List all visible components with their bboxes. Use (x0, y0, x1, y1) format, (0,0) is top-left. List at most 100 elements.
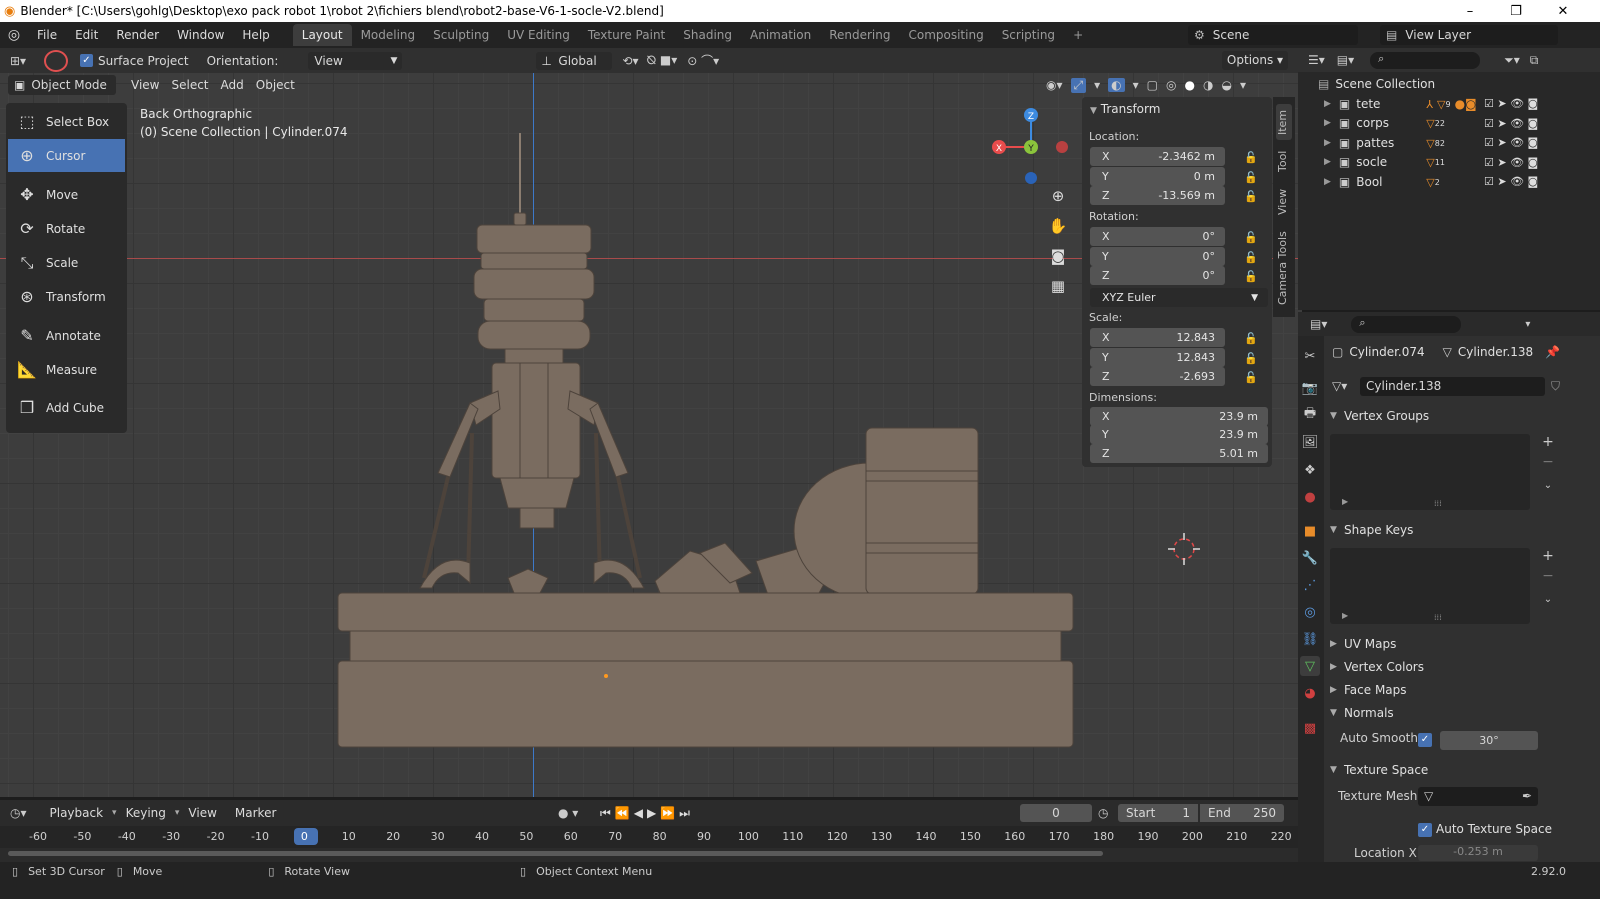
add-shape-key-button[interactable]: + (1538, 548, 1558, 568)
auto-smooth-checkbox[interactable]: ✓ (1418, 733, 1432, 747)
blender-menu-icon[interactable]: ◎ (0, 27, 28, 43)
outliner-search-input[interactable]: ⌕ (1370, 51, 1481, 69)
lock-icon[interactable]: 🔓 (1244, 270, 1258, 283)
properties-search-input[interactable]: ⌕ (1351, 315, 1462, 333)
pivot-icon[interactable]: ⟲▾ (622, 54, 638, 68)
sidebar-tab-camera-tools[interactable]: Camera Tools (1276, 228, 1292, 308)
new-collection-icon[interactable]: ⧉ (1530, 53, 1539, 68)
chevron-down-icon[interactable]: ⌄ (1538, 594, 1558, 614)
scene-selector[interactable]: ⚙ Scene (1188, 25, 1358, 45)
lock-icon[interactable]: 🔓 (1244, 151, 1258, 164)
menu-edit[interactable]: Edit (66, 28, 107, 42)
lock-icon[interactable]: 🔓 (1244, 231, 1258, 244)
outliner-scene-collection[interactable]: ▤ Scene Collection (1300, 74, 1560, 94)
record-icon[interactable]: ● ▾ (558, 806, 578, 820)
lock-icon[interactable]: 🔓 (1244, 171, 1258, 184)
mesh-datablock-name[interactable]: Cylinder.138 (1360, 376, 1545, 396)
zoom-icon[interactable]: ⊕ (1046, 187, 1070, 211)
scale-z-field[interactable]: Z -2.693 (1090, 367, 1225, 386)
transform-orientation-dropdown[interactable]: ⊥ Global (536, 51, 613, 70)
sidebar-tab-view[interactable]: View (1276, 184, 1292, 220)
dimensions-y-field[interactable]: Y 23.9 m (1090, 425, 1268, 444)
tool-rotate[interactable]: ⟳ Rotate (8, 212, 125, 245)
mesh-data-properties-icon[interactable]: ▽ (1300, 656, 1320, 676)
rotation-mode-dropdown[interactable]: XYZ Euler ▼ (1090, 288, 1268, 307)
snap-icon[interactable]: ⦰ ■▾ (646, 53, 677, 68)
object-properties-icon[interactable]: ■ (1300, 521, 1320, 541)
menu-file[interactable]: File (28, 28, 66, 42)
add-workspace-button[interactable]: + (1064, 24, 1092, 46)
tab-sculpting[interactable]: Sculpting (424, 24, 498, 46)
properties-editor-icon[interactable]: ▤▾ (1310, 317, 1327, 331)
rotation-x-field[interactable]: X 0° (1090, 227, 1225, 246)
gizmo-toggle-icon[interactable]: ⤢ (1070, 77, 1087, 93)
chevron-down-icon[interactable]: ▾ (1525, 319, 1530, 330)
section-texture-space[interactable]: ▼ Texture Space (1330, 759, 1560, 781)
start-frame-field[interactable]: Start 1 (1118, 804, 1198, 822)
tool-cursor[interactable]: ⊕ Cursor (8, 139, 125, 172)
auto-smooth-angle-field[interactable]: 30° (1440, 731, 1538, 750)
location-x-field[interactable]: X -2.3462 m (1090, 147, 1225, 166)
particles-properties-icon[interactable]: ⋰ (1300, 575, 1320, 595)
dimensions-x-field[interactable]: X 23.9 m (1090, 407, 1268, 426)
section-shape-keys[interactable]: ▼ Shape Keys (1330, 519, 1560, 541)
eyedropper-icon[interactable]: ✒ (1522, 787, 1532, 806)
menu-render[interactable]: Render (107, 28, 168, 42)
auto-texture-space-checkbox[interactable]: ✓ (1418, 823, 1432, 837)
pan-hand-icon[interactable]: ✋ (1046, 217, 1070, 241)
physics-properties-icon[interactable]: ◎ (1300, 602, 1320, 622)
mode-dropdown[interactable]: ▣ Object Mode (8, 75, 116, 95)
filter-icon[interactable]: ⏷▾ (1504, 53, 1520, 68)
tab-layout[interactable]: Layout (292, 24, 352, 46)
menu-help[interactable]: Help (233, 28, 278, 42)
section-vertex-groups[interactable]: ▼ Vertex Groups (1330, 405, 1560, 427)
section-uv-maps[interactable]: ▶ UV Maps (1330, 633, 1560, 655)
ortho-grid-icon[interactable]: ▦ (1046, 277, 1070, 301)
tab-modeling[interactable]: Modeling (352, 24, 425, 46)
tab-texture-paint[interactable]: Texture Paint (579, 24, 674, 46)
minimize-button[interactable]: – (1447, 0, 1493, 22)
vertex-groups-list[interactable]: ▶ ⁞⁞⁞ (1330, 434, 1530, 510)
outliner-restriction-toggles[interactable]: ☑ ➤ 👁 ◙ ☑ ➤ 👁 ◙ ☑ ➤ 👁 ◙ ☑ ➤ 👁 ◙ ☑ ➤ 👁 ◙ (1484, 94, 1560, 192)
lock-icon[interactable]: 🔓 (1244, 251, 1258, 264)
sidebar-tab-item[interactable]: Item (1276, 104, 1292, 140)
timeline-menu-marker[interactable]: Marker (226, 806, 285, 820)
tool-move[interactable]: ✥ Move (8, 178, 125, 211)
remove-vertex-group-button[interactable]: − (1538, 454, 1558, 474)
pin-icon[interactable]: 📌 (1545, 345, 1560, 359)
scene-properties-icon[interactable]: ❖ (1300, 460, 1320, 480)
outliner-editor-icon[interactable]: ☰▾ (1308, 53, 1325, 67)
camera-view-icon[interactable]: ◙ (1046, 247, 1070, 271)
texture-location-x-field[interactable]: -0.253 m (1418, 845, 1538, 861)
lock-icon[interactable]: 🔓 (1244, 332, 1258, 345)
dimensions-z-field[interactable]: Z 5.01 m (1090, 444, 1268, 463)
location-y-field[interactable]: Y0 m (1090, 167, 1225, 186)
rotation-z-field[interactable]: Z 0° (1090, 266, 1225, 285)
vp-menu-select[interactable]: Select (165, 78, 214, 92)
stopwatch-icon[interactable]: ◷ (1098, 806, 1108, 820)
display-mode-icon[interactable]: ▤▾ (1337, 53, 1354, 67)
view-layer-properties-icon[interactable]: 🖼 (1300, 432, 1320, 452)
tab-shading[interactable]: Shading (674, 24, 741, 46)
texture-mesh-field[interactable]: ▽ ✒ (1418, 787, 1538, 806)
tool-select-box[interactable]: ⬚ Select Box (8, 105, 125, 138)
lock-icon[interactable]: 🔓 (1244, 190, 1258, 203)
mesh-browse-icon[interactable]: ▽▾ (1332, 379, 1360, 393)
menu-window[interactable]: Window (168, 28, 233, 42)
tab-uv-editing[interactable]: UV Editing (498, 24, 579, 46)
timeline-menu-keying[interactable]: Keying (117, 806, 175, 820)
playback-controls[interactable]: ⏮⏪◀▶⏩⏭ (600, 806, 694, 821)
tab-rendering[interactable]: Rendering (820, 24, 899, 46)
timeline-editor-icon[interactable]: ◷▾ (10, 806, 27, 820)
scale-x-field[interactable]: X 12.843 (1090, 328, 1225, 347)
tab-scripting[interactable]: Scripting (993, 24, 1064, 46)
maximize-button[interactable]: ❐ (1493, 0, 1539, 22)
chevron-down-icon[interactable]: ⌄ (1538, 480, 1558, 500)
vp-menu-add[interactable]: Add (215, 78, 250, 92)
rendered-shading-icon[interactable]: ◒ (1221, 78, 1231, 92)
close-button[interactable]: ✕ (1540, 0, 1586, 22)
proportional-edit-icon[interactable]: ⊙ ⌒▾ (687, 52, 719, 69)
lock-icon[interactable]: 🔓 (1244, 352, 1258, 365)
visibility-icon[interactable]: ◉▾ (1046, 78, 1063, 92)
timeline-scrollbar[interactable] (8, 851, 1103, 856)
